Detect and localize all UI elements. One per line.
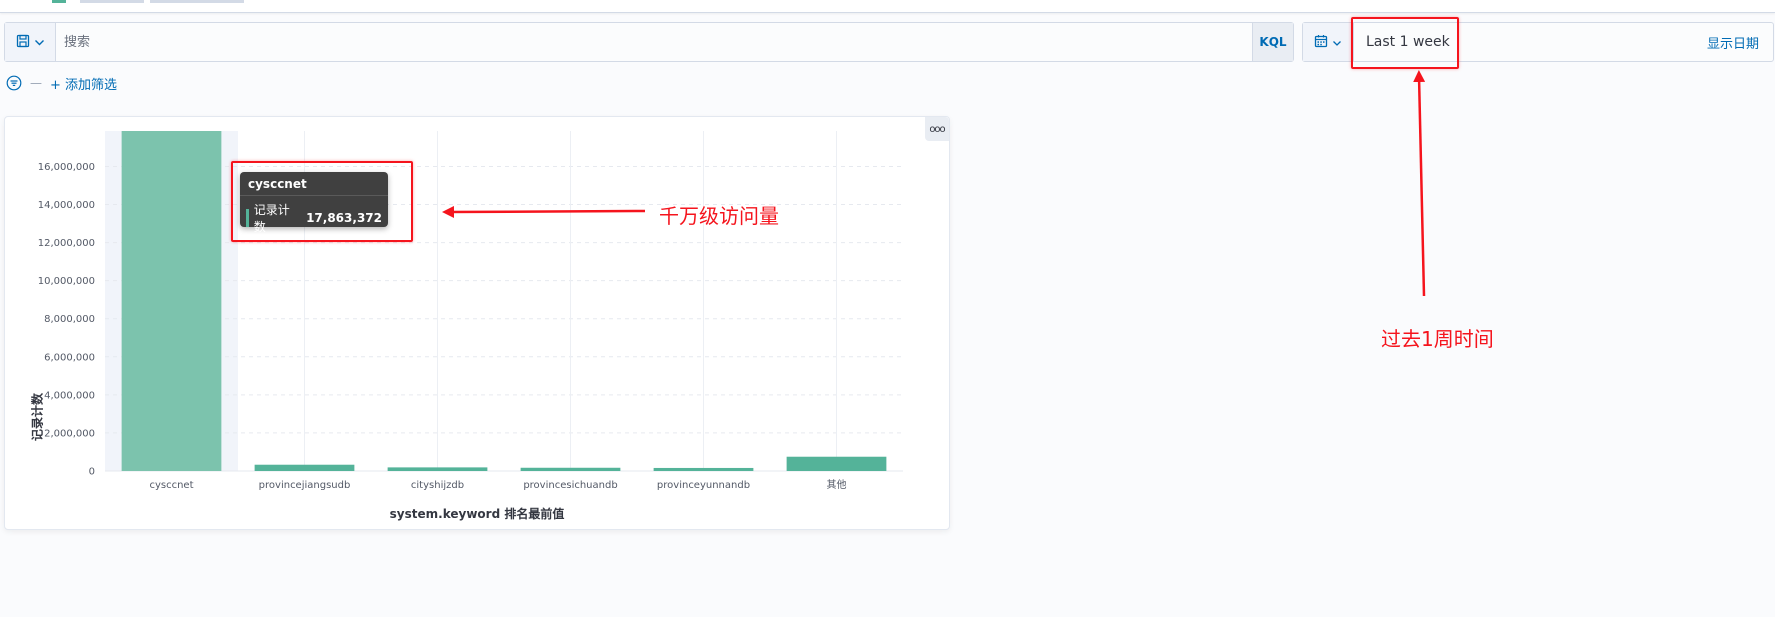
bar-3 — [520, 467, 621, 471]
query-language-button[interactable]: KQL — [1252, 23, 1293, 61]
search-input[interactable] — [56, 23, 1252, 61]
y-tick-label: 16,000,000 — [38, 162, 95, 173]
y-tick-label: 8,000,000 — [44, 314, 95, 325]
bar-4 — [653, 467, 754, 471]
save-icon — [16, 33, 30, 52]
visualization-panel: ooo 0 2,000,000 4,000,000 6,000,000 8,000,00… — [4, 116, 950, 530]
annotation-arrow-time — [1413, 70, 1426, 297]
x-tick-label: provincesichuandb — [523, 480, 617, 491]
filter-menu-icon[interactable] — [6, 75, 22, 91]
filter-separator: — — [30, 76, 42, 90]
bar-1 — [254, 464, 355, 471]
quick-date-menu-button[interactable] — [1303, 23, 1354, 61]
y-tick-label: 6,000,000 — [44, 352, 95, 363]
x-tick-label: provinceyunnandb — [657, 480, 750, 491]
nav-tab-indicator — [52, 0, 66, 3]
calendar-icon — [1314, 33, 1328, 52]
filter-bar: — + 添加筛选 — [6, 72, 117, 94]
x-tick-label: 其他 — [827, 478, 847, 491]
x-tick-label: cysccnet — [149, 480, 193, 491]
y-tick-label: 14,000,000 — [38, 200, 95, 211]
bar-5 — [786, 456, 887, 471]
add-filter-button[interactable]: + 添加筛选 — [50, 74, 117, 93]
annotation-note-time: 过去1周时间 — [1381, 327, 1494, 351]
chevron-down-icon — [1332, 33, 1342, 52]
nav-tab-fragment[interactable] — [150, 0, 244, 3]
saved-query-button[interactable] — [5, 23, 56, 61]
nav-tab-fragment[interactable] — [80, 0, 144, 3]
y-tick-label: 10,000,000 — [38, 276, 95, 287]
bar-2 — [387, 467, 488, 471]
show-dates-button[interactable]: 显示日期 — [1707, 33, 1773, 52]
bar-chart: 0 2,000,000 4,000,000 6,000,000 8,000,000 10,… — [38, 131, 903, 491]
annotation-box-date — [1351, 17, 1459, 69]
y-tick-label: 0 — [89, 467, 95, 478]
x-axis-title: system.keyword 排名最前值 — [389, 507, 565, 521]
top-navigation-bar — [0, 0, 1775, 13]
y-tick-label: 2,000,000 — [44, 428, 95, 439]
x-tick-label: cityshijzdb — [411, 480, 464, 491]
chevron-down-icon — [34, 33, 45, 52]
y-tick-label: 12,000,000 — [38, 238, 95, 249]
query-bar: KQL — [4, 22, 1294, 62]
bar-0 — [121, 131, 222, 471]
y-axis-title: 记录计数 — [30, 392, 45, 442]
x-tick-label: provincejiangsudb — [259, 480, 351, 491]
annotation-box-tooltip — [231, 161, 413, 242]
annotation-note-visits: 千万级访问量 — [659, 204, 779, 228]
y-tick-label: 4,000,000 — [44, 390, 95, 401]
